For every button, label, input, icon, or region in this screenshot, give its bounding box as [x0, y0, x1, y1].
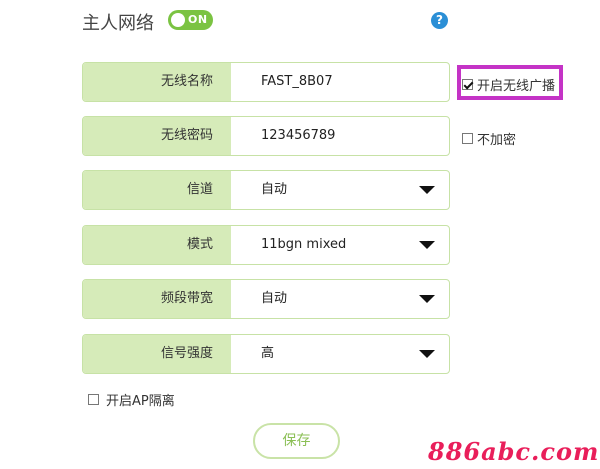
- ap-isolation-label: 开启AP隔离: [106, 394, 175, 409]
- password-label: 无线密码: [83, 117, 231, 155]
- mode-value: 11bgn mixed: [261, 237, 347, 252]
- signal-strength-label: 信号强度: [83, 335, 231, 373]
- bandwidth-label: 频段带宽: [83, 280, 231, 318]
- no-encrypt-label: 不加密: [477, 133, 517, 148]
- save-button[interactable]: 保存: [253, 423, 340, 459]
- signal-strength-select[interactable]: 信号强度 高: [82, 334, 450, 374]
- highlight-frame: [457, 65, 563, 100]
- question-icon[interactable]: ?: [431, 12, 448, 29]
- no-encrypt-checkbox[interactable]: 不加密: [462, 129, 516, 148]
- toggle-knob: [171, 13, 185, 27]
- ssid-label: 无线名称: [83, 63, 231, 101]
- password-row: 无线密码 123456789: [82, 116, 450, 156]
- password-input[interactable]: 123456789: [261, 117, 335, 155]
- page-title: 主人网络: [82, 13, 154, 34]
- ssid-row: 无线名称 FAST_8B07: [82, 62, 450, 102]
- channel-value: 自动: [261, 182, 288, 197]
- channel-select[interactable]: 信道 自动: [82, 170, 450, 210]
- mode-select[interactable]: 模式 11bgn mixed: [82, 225, 450, 265]
- signal-strength-value: 高: [261, 346, 275, 361]
- network-toggle[interactable]: ON: [168, 10, 213, 30]
- checkbox-icon: [88, 394, 99, 405]
- chevron-down-icon: [419, 295, 435, 303]
- toggle-label: ON: [188, 13, 208, 26]
- chevron-down-icon: [419, 350, 435, 358]
- chevron-down-icon: [419, 241, 435, 249]
- checkbox-icon: [462, 133, 473, 144]
- bandwidth-value: 自动: [261, 291, 288, 306]
- mode-label: 模式: [83, 226, 231, 264]
- ap-isolation-checkbox[interactable]: 开启AP隔离: [88, 390, 175, 409]
- bandwidth-select[interactable]: 频段带宽 自动: [82, 279, 450, 319]
- chevron-down-icon: [419, 186, 435, 194]
- channel-label: 信道: [83, 171, 231, 209]
- watermark: 886abc.com: [428, 437, 600, 466]
- ssid-input[interactable]: FAST_8B07: [261, 63, 333, 101]
